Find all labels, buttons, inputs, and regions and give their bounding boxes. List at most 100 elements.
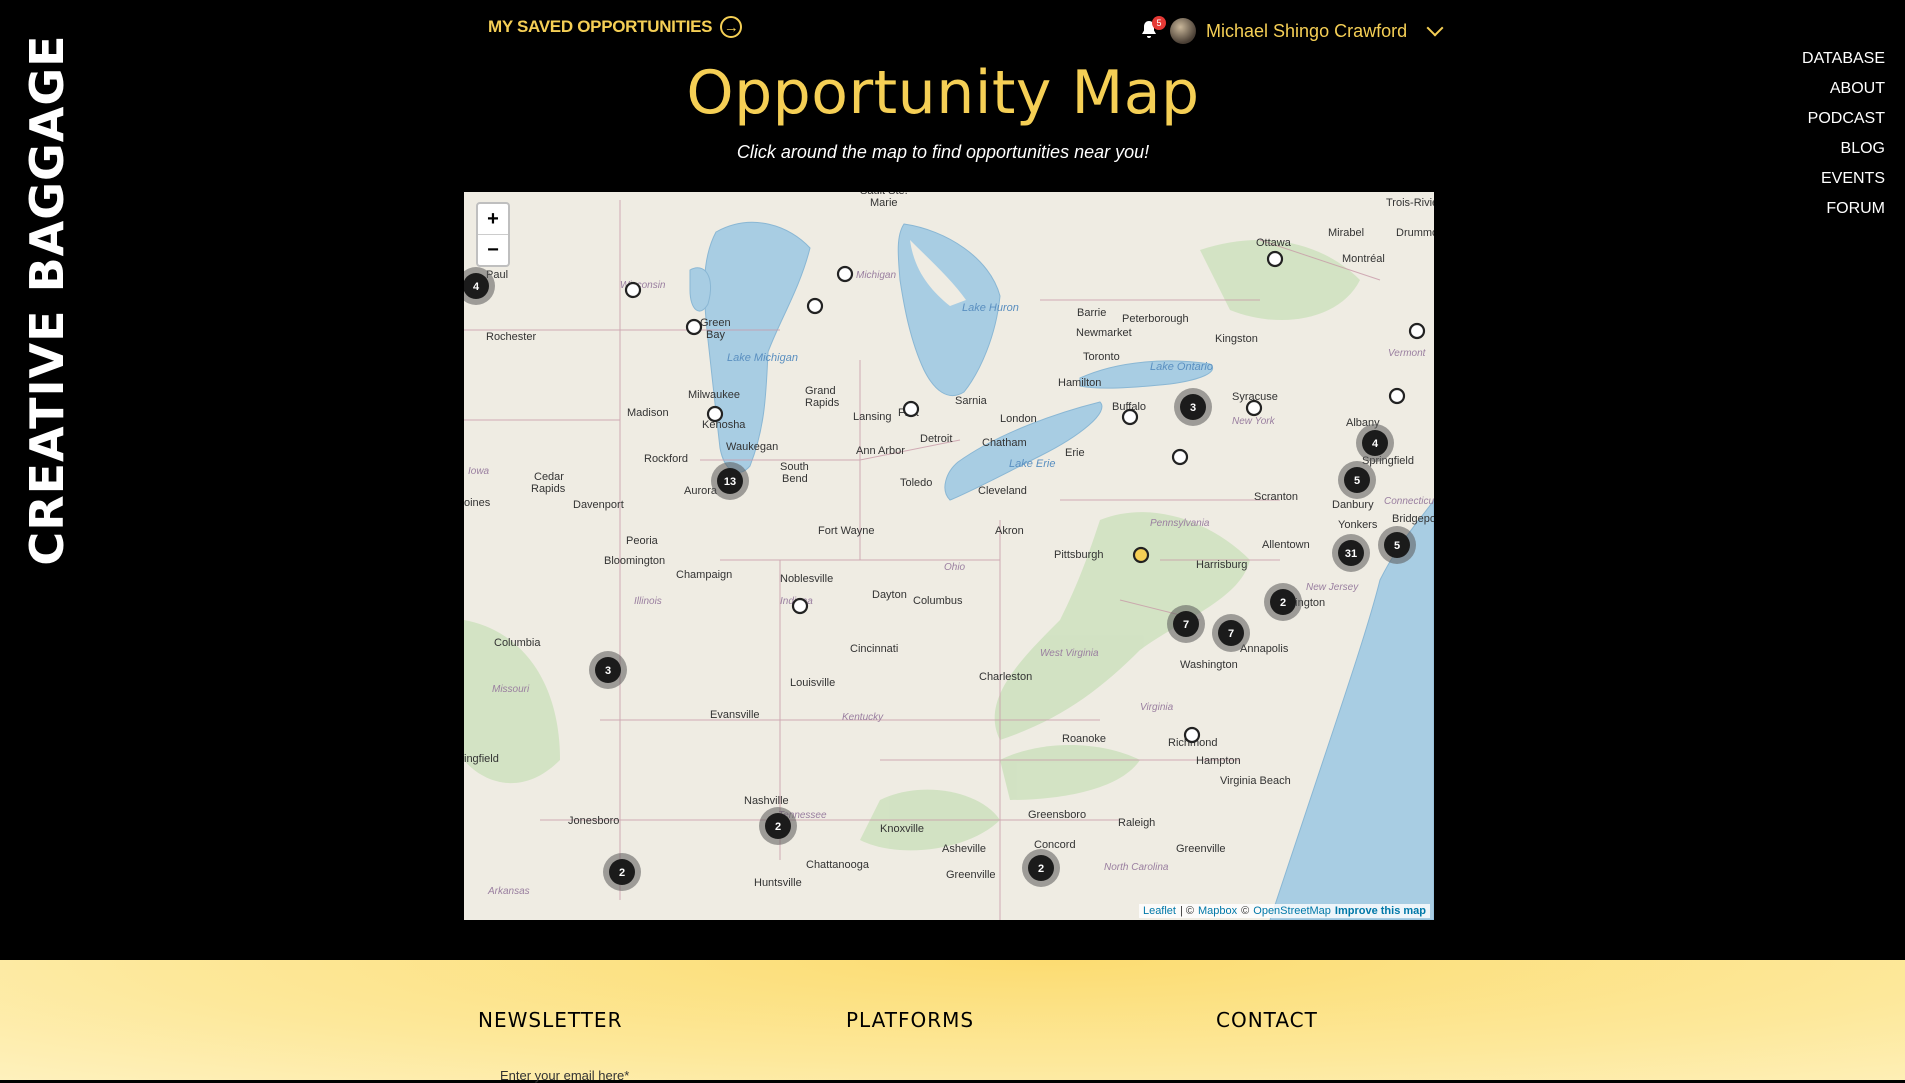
- cluster-count: 2: [619, 867, 625, 879]
- city-label: Knoxville: [880, 823, 924, 835]
- cluster-count: 2: [1038, 863, 1044, 875]
- notification-badge: 5: [1152, 16, 1166, 30]
- opportunity-map[interactable]: Lake Michigan Lake Huron Lake Ontario Lake …: [464, 192, 1434, 920]
- state-label: New York: [1232, 416, 1276, 427]
- map-cluster[interactable]: 7: [1167, 605, 1205, 643]
- map-marker[interactable]: [1388, 387, 1406, 405]
- map-cluster[interactable]: 3: [1174, 388, 1212, 426]
- city-label: Asheville: [942, 843, 986, 855]
- city-label: oines: [464, 497, 491, 509]
- map-marker[interactable]: [902, 400, 920, 418]
- user-name[interactable]: Michael Shingo Crawford: [1206, 21, 1407, 42]
- leaflet-link[interactable]: Leaflet: [1143, 905, 1176, 917]
- city-label: Bay: [706, 329, 725, 341]
- osm-link[interactable]: OpenStreetMap: [1253, 905, 1331, 917]
- zoom-control: + −: [476, 202, 510, 267]
- map-marker[interactable]: [1132, 546, 1150, 564]
- state-label: Connecticut: [1384, 496, 1434, 507]
- map-marker[interactable]: [791, 597, 809, 615]
- map-marker[interactable]: [1266, 250, 1284, 268]
- map-cluster[interactable]: 5: [1378, 526, 1416, 564]
- cluster-count: 4: [1372, 438, 1379, 450]
- city-label: Cincinnati: [850, 643, 898, 655]
- page-title: Opportunity Map: [686, 58, 1200, 128]
- map-marker[interactable]: [685, 318, 703, 336]
- city-label: Ottawa: [1256, 237, 1292, 249]
- city-label: Kenosha: [702, 419, 746, 431]
- map-marker[interactable]: [1245, 399, 1263, 417]
- city-label: Columbus: [913, 595, 963, 607]
- nav-item-database[interactable]: DATABASE: [1802, 44, 1885, 74]
- bell-icon[interactable]: 5: [1140, 16, 1166, 42]
- user-menu[interactable]: 5 Michael Shingo Crawford: [1140, 16, 1444, 44]
- saved-opportunities-link[interactable]: MY SAVED OPPORTUNITIES →: [488, 16, 743, 38]
- zoom-out-button[interactable]: −: [478, 234, 508, 265]
- nav-item-blog[interactable]: BLOG: [1802, 134, 1885, 164]
- map-marker[interactable]: [1121, 408, 1139, 426]
- cluster-count: 2: [775, 821, 781, 833]
- city-label: Rapids: [805, 397, 840, 409]
- map-cluster[interactable]: 2: [603, 853, 641, 891]
- map-marker[interactable]: [1408, 322, 1426, 340]
- zoom-in-button[interactable]: +: [478, 204, 508, 234]
- city-label: Marie: [870, 197, 898, 209]
- map-cluster[interactable]: 2: [1022, 849, 1060, 887]
- newsletter-email-field[interactable]: Enter your email here*: [500, 1068, 629, 1083]
- map-marker[interactable]: [1171, 448, 1189, 466]
- map-cluster[interactable]: 3: [589, 651, 627, 689]
- state-label: Ohio: [944, 562, 966, 573]
- city-label: Ann Arbor: [856, 445, 905, 457]
- city-label: Davenport: [573, 499, 624, 511]
- map-marker[interactable]: [806, 297, 824, 315]
- footer-platforms-heading: PLATFORMS: [846, 1008, 975, 1032]
- improve-map-link[interactable]: Improve this map: [1335, 905, 1426, 917]
- mapbox-link[interactable]: Mapbox: [1198, 905, 1237, 917]
- city-label: Columbia: [494, 637, 541, 649]
- city-label: Akron: [995, 525, 1024, 537]
- city-label: Detroit: [920, 433, 952, 445]
- saved-opportunities-label: MY SAVED OPPORTUNITIES: [488, 17, 713, 36]
- city-label: South: [780, 461, 809, 473]
- cluster-count: 3: [1190, 402, 1196, 414]
- city-label: Peoria: [626, 535, 659, 547]
- state-label: Illinois: [634, 596, 662, 607]
- state-label: Arkansas: [487, 886, 530, 897]
- nav-item-about[interactable]: ABOUT: [1802, 74, 1885, 104]
- city-label: Bloomington: [604, 555, 665, 567]
- brand-logo[interactable]: CREATIVE BAGGAGE: [20, 34, 74, 565]
- map-cluster[interactable]: 31: [1332, 534, 1370, 572]
- cluster-count: 2: [1280, 597, 1286, 609]
- map-marker[interactable]: [1183, 726, 1201, 744]
- city-label: Trois-Rivie: [1386, 197, 1434, 209]
- map-cluster[interactable]: 7: [1212, 614, 1250, 652]
- nav-item-events[interactable]: EVENTS: [1802, 164, 1885, 194]
- city-label: Louisville: [790, 677, 835, 689]
- chevron-down-icon[interactable]: [1426, 19, 1444, 37]
- map-marker[interactable]: [624, 281, 642, 299]
- city-label: ingfield: [464, 753, 499, 765]
- city-label: Cedar: [534, 471, 564, 483]
- city-label: Madison: [627, 407, 669, 419]
- map-cluster[interactable]: 13: [711, 462, 749, 500]
- map-cluster[interactable]: 2: [1264, 583, 1302, 621]
- map-marker[interactable]: [836, 265, 854, 283]
- state-label: Vermont: [1388, 348, 1427, 359]
- city-label: Lansing: [853, 411, 892, 423]
- city-label: Yonkers: [1338, 519, 1378, 531]
- map-cluster[interactable]: 5: [1338, 461, 1376, 499]
- city-label: Barrie: [1077, 307, 1106, 319]
- map-canvas[interactable]: Lake Michigan Lake Huron Lake Ontario Lake …: [464, 192, 1434, 920]
- city-label: Milwaukee: [688, 389, 740, 401]
- map-marker[interactable]: [706, 405, 724, 423]
- lake-label-michigan: Lake Michigan: [727, 352, 798, 364]
- city-label: London: [1000, 413, 1037, 425]
- nav-item-podcast[interactable]: PODCAST: [1802, 104, 1885, 134]
- map-cluster[interactable]: 2: [759, 807, 797, 845]
- lake-label-erie: Lake Erie: [1009, 458, 1055, 470]
- city-label: Bend: [782, 473, 808, 485]
- city-label: Cleveland: [978, 485, 1027, 497]
- city-label: Rockford: [644, 453, 688, 465]
- nav-item-forum[interactable]: FORUM: [1802, 194, 1885, 224]
- avatar[interactable]: [1170, 18, 1196, 44]
- map-cluster[interactable]: 4: [1356, 424, 1394, 462]
